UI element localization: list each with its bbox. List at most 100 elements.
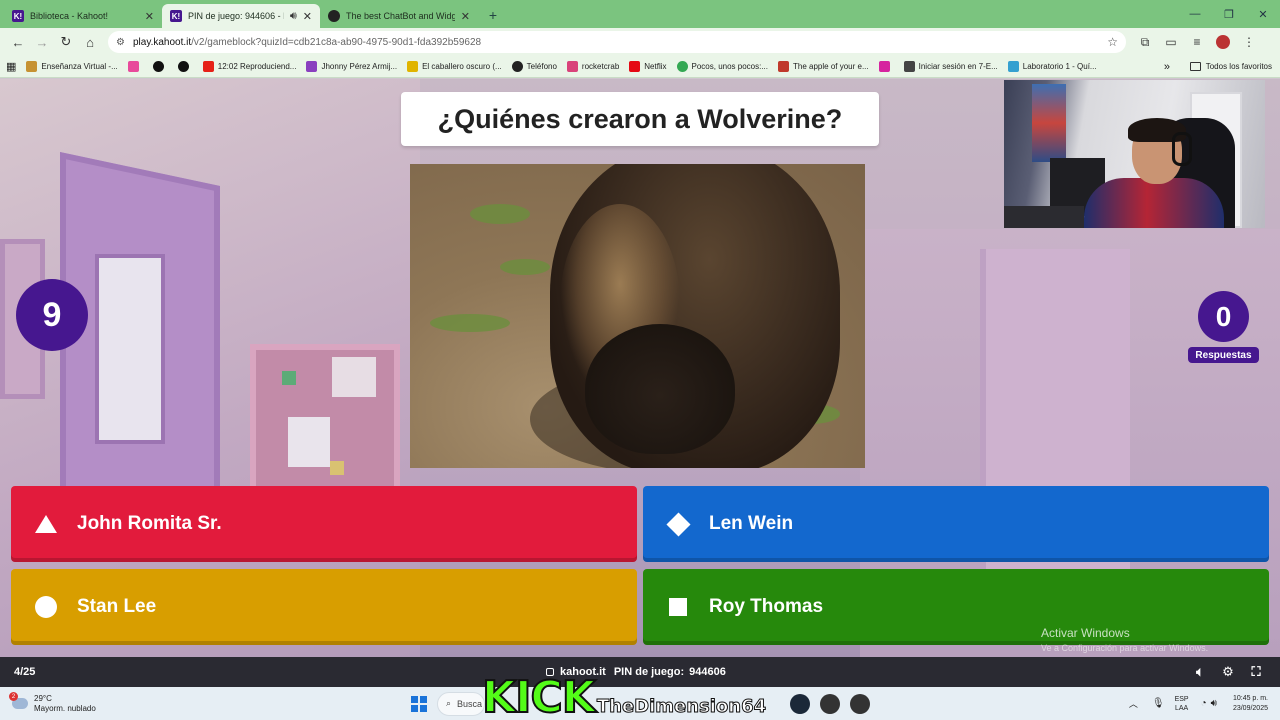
netflix-icon (629, 61, 641, 72)
apps-grid-icon[interactable]: ▦ (6, 60, 16, 73)
bookmark-item[interactable]: Teléfono (511, 61, 557, 72)
chevron-right-icon[interactable]: » (1164, 61, 1170, 73)
system-clock[interactable]: 10:45 p. m. 23/09/2025 (1233, 694, 1268, 714)
cast-icon[interactable]: ▭ (1158, 30, 1184, 54)
microphone-icon[interactable]: 🎙︎ (1152, 698, 1165, 709)
weather-temp: 29°C (34, 693, 52, 703)
back-icon[interactable]: ← (6, 30, 30, 54)
countdown-timer: 9 (16, 279, 88, 351)
bookmark-favicon (26, 61, 38, 72)
question-title: ¿Quiénes crearon a Wolverine? (401, 92, 879, 146)
app-icon[interactable] (850, 693, 870, 714)
image-detail (470, 204, 530, 224)
answer-button-yellow[interactable]: Stan Lee (11, 569, 637, 645)
restore-icon[interactable]: ❐ (1212, 0, 1246, 28)
bookmark-item[interactable] (878, 61, 894, 72)
background-note (282, 371, 296, 385)
network-volume-icons[interactable]: ◔🔊︎ (1201, 698, 1221, 709)
bookmark-favicon (306, 61, 318, 72)
profile-avatar[interactable] (1216, 35, 1230, 49)
minimize-icon[interactable]: — (1178, 0, 1212, 28)
site-info-icon[interactable]: ⚙ (116, 37, 125, 48)
bookmark-item[interactable]: Jhonny Pérez Armij... (306, 61, 397, 72)
media-control-icon[interactable]: ≡ (1184, 30, 1210, 54)
window-controls: — ❐ ✕ (1178, 0, 1280, 28)
tab-chatbot[interactable]: The best ChatBot and Widgets ✕ (320, 4, 478, 28)
kick-logo-text: KICK (481, 672, 597, 720)
circle-icon (33, 594, 59, 620)
bookmark-item[interactable]: Netflix (629, 61, 667, 72)
bookmark-item[interactable]: rocketcrab (566, 61, 619, 72)
triangle-icon (33, 511, 59, 537)
answer-text: John Romita Sr. (77, 513, 222, 534)
bookmark-item[interactable]: Laboratorio 1 - Quí... (1007, 61, 1097, 72)
bookmark-star-icon[interactable]: ☆ (1107, 35, 1118, 49)
tab-biblioteca[interactable]: K! Biblioteca - Kahoot! ✕ (4, 4, 162, 28)
search-icon: ⌕ (446, 698, 452, 708)
start-windows-icon[interactable] (411, 695, 427, 712)
bookmark-item[interactable]: 12:02 Reproduciend... (202, 61, 296, 72)
chevron-up-icon[interactable]: ︿ (1129, 697, 1138, 710)
background-note (288, 417, 330, 467)
answers-counter: 0 (1198, 291, 1249, 342)
answers-label: Respuestas (1188, 347, 1259, 363)
bookmark-favicon (778, 61, 790, 72)
forward-icon[interactable]: → (30, 30, 54, 54)
bookmark-item[interactable]: Pocos, unos pocos:... (676, 61, 768, 72)
bookmark-item[interactable]: Iniciar sesión en 7-E... (903, 61, 998, 72)
new-tab-button[interactable]: + (482, 4, 504, 26)
address-bar[interactable]: ⚙ play.kahoot.it/v2/gameblock?quizId=cdb… (108, 31, 1126, 53)
menu-kebab-icon[interactable]: ⋮ (1236, 30, 1262, 54)
bookmarks-bar: ▦ Enseñanza Virtual -... 12:02 Reproduci… (0, 56, 1280, 78)
instagram-icon (878, 61, 890, 72)
bookmark-favicon (127, 61, 139, 72)
bookmark-item[interactable] (152, 61, 168, 72)
close-icon[interactable]: ✕ (145, 10, 154, 23)
weather-widget[interactable]: 2 29°C Mayorm. nublado (9, 692, 96, 714)
volume-icon[interactable]: 🔈︎ (1186, 664, 1214, 680)
cloud-icon: 2 (9, 692, 28, 709)
youtube-icon (202, 61, 214, 72)
image-detail (585, 324, 735, 454)
answer-text: Len Wein (709, 513, 794, 534)
answer-button-red[interactable]: John Romita Sr. (11, 486, 637, 562)
answer-button-blue[interactable]: Len Wein (643, 486, 1269, 562)
bookmark-item[interactable]: El caballero oscuro (... (407, 61, 502, 72)
language-indicator[interactable]: ESP LAA (1175, 695, 1189, 713)
bookmark-item[interactable] (177, 61, 193, 72)
close-icon[interactable]: ✕ (303, 10, 312, 23)
settings-gear-icon[interactable]: ⚙ (1214, 664, 1242, 680)
background-window (95, 254, 165, 444)
speaker-icon[interactable]: 🔊︎ (290, 10, 297, 23)
steam-icon[interactable] (790, 693, 810, 714)
answer-button-green[interactable]: Roy Thomas (643, 569, 1269, 645)
folder-icon (1189, 62, 1201, 71)
close-icon[interactable]: ✕ (461, 10, 470, 23)
tab-title: Biblioteca - Kahoot! (30, 11, 109, 21)
tab-pin-de-juego[interactable]: K! PIN de juego: 944606 - Esp 🔊︎ ✕ (162, 4, 320, 28)
activate-windows-title: Activar Windows (1041, 626, 1130, 640)
fullscreen-icon[interactable]: ⛶ (1242, 664, 1270, 680)
diamond-icon (665, 511, 691, 537)
image-detail (500, 259, 550, 275)
github-icon (328, 10, 340, 22)
app-icon[interactable] (820, 693, 840, 714)
close-window-icon[interactable]: ✕ (1246, 0, 1280, 28)
kahoot-icon: K! (170, 10, 182, 22)
bookmark-item[interactable] (127, 61, 143, 72)
system-tray: ︿ 🎙︎ ESP LAA ◔🔊︎ 10:45 p. m. 23/09/2025 (1129, 694, 1268, 714)
reload-icon[interactable]: ↻ (54, 30, 78, 54)
kick-stream-logo: KICK TheDimension64 (481, 672, 767, 720)
tab-title: PIN de juego: 944606 - Esp (188, 11, 284, 21)
bookmark-item[interactable]: Enseñanza Virtual -... (26, 61, 118, 72)
bookmark-item[interactable]: The apple of your e... (778, 61, 869, 72)
taskbar-search[interactable]: ⌕ Busca (437, 691, 485, 716)
channel-name: TheDimension64 (596, 696, 767, 718)
url-text: play.kahoot.it/v2/gameblock?quizId=cdb21… (132, 36, 482, 48)
home-icon[interactable]: ⌂ (78, 30, 102, 54)
browser-toolbar: ← → ↻ ⌂ ⚙ play.kahoot.it/v2/gameblock?qu… (0, 28, 1280, 56)
extensions-icon[interactable]: ⧉ (1132, 30, 1158, 54)
question-image (410, 164, 865, 468)
all-favorites-button[interactable]: Todos los favoritos (1189, 62, 1272, 71)
image-detail (430, 314, 510, 332)
